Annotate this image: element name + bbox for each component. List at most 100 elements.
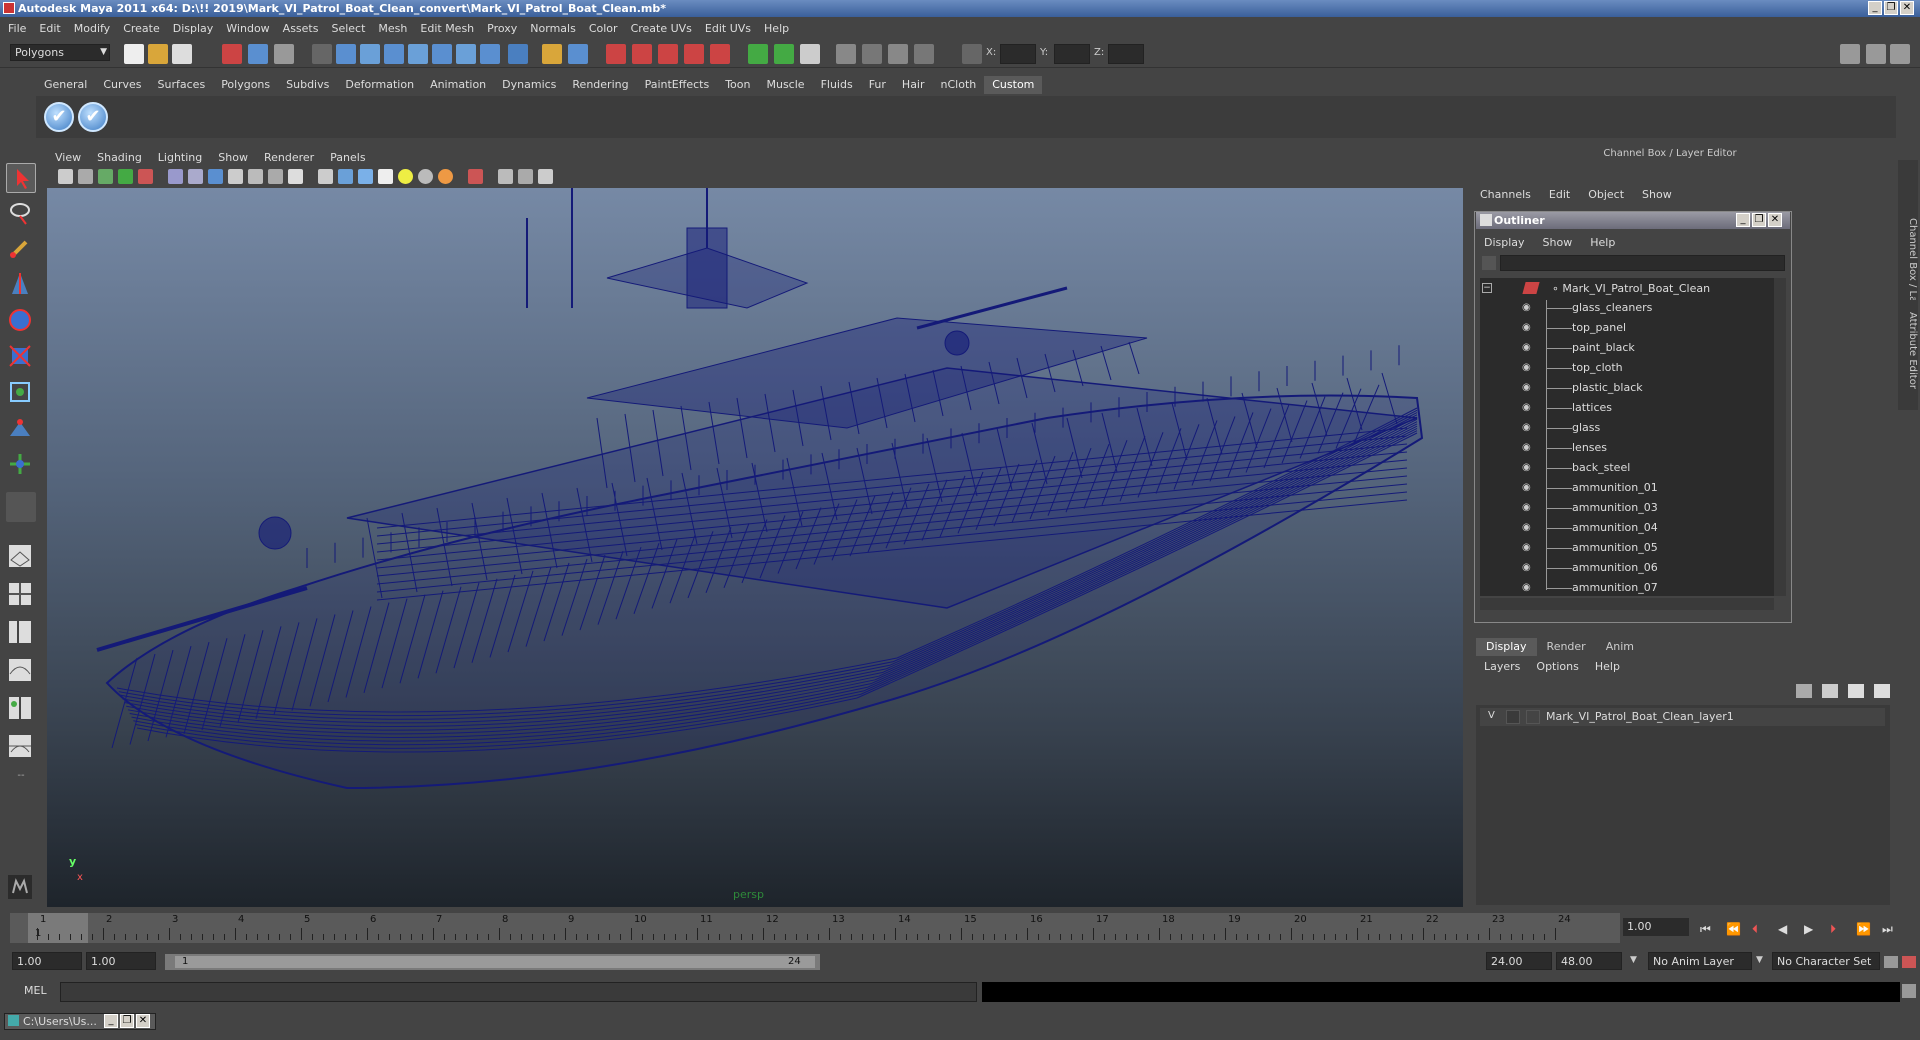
anim-layer-select[interactable]: No Anim Layer — [1648, 952, 1752, 970]
select-object-icon[interactable] — [248, 44, 268, 64]
outliner-item[interactable]: paint_black — [1572, 340, 1635, 356]
panel-menu-show[interactable]: Show — [218, 151, 248, 164]
panel-menu-view[interactable]: View — [55, 151, 81, 164]
highlight-selection-icon[interactable] — [568, 44, 588, 64]
visibility-eye-icon[interactable]: ◉ — [1522, 402, 1538, 413]
outliner-item[interactable]: ammunition_05 — [1572, 540, 1658, 556]
panel-menu-renderer[interactable]: Renderer — [264, 151, 314, 164]
outliner-close-button[interactable]: ✕ — [1768, 213, 1782, 227]
shelf-tab-surfaces[interactable]: Surfaces — [150, 76, 214, 94]
universal-manipulator-icon[interactable] — [6, 378, 36, 408]
single-perspective-layout-icon[interactable] — [6, 542, 36, 572]
layout-options-icon[interactable]: -- — [6, 770, 36, 786]
coord-y-input[interactable] — [1054, 44, 1090, 64]
wireframe-on-shaded-icon[interactable] — [358, 169, 373, 184]
menu-file[interactable]: File — [8, 22, 26, 35]
outliner-item[interactable]: top_cloth — [1572, 360, 1623, 376]
save-scene-icon[interactable] — [172, 44, 192, 64]
menu-set-select[interactable]: Polygons ▼ — [10, 44, 110, 61]
playback-start-field[interactable]: 1.00 — [86, 952, 156, 970]
lock-icon[interactable] — [542, 44, 562, 64]
outliner-item[interactable]: ammunition_01 — [1572, 480, 1658, 496]
lasso-tool-icon[interactable] — [6, 198, 36, 228]
cb-menu-channels[interactable]: Channels — [1480, 188, 1531, 201]
select-by-curve-icon[interactable] — [384, 44, 404, 64]
menu-display[interactable]: Display — [173, 22, 214, 35]
move-tool-icon[interactable] — [6, 270, 36, 300]
visibility-eye-icon[interactable]: ◉ — [1522, 542, 1538, 553]
use-all-lights-icon[interactable] — [418, 169, 433, 184]
shelf-tab-subdivs[interactable]: Subdivs — [278, 76, 337, 94]
graph-editor-layout-icon[interactable] — [6, 656, 36, 686]
wireframe-mode-icon[interactable] — [318, 169, 333, 184]
outliner-search-input[interactable] — [1500, 255, 1785, 271]
snap-grid-icon[interactable] — [606, 44, 626, 64]
last-tool-icon[interactable] — [6, 492, 36, 522]
camera-attributes-icon[interactable] — [78, 169, 93, 184]
go-to-end-icon[interactable]: ⏭ — [1882, 922, 1893, 937]
visibility-eye-icon[interactable]: ◉ — [1522, 502, 1538, 513]
close-button[interactable]: ✕ — [136, 1014, 150, 1028]
show-manipulator-icon[interactable] — [6, 450, 36, 480]
cb-menu-show[interactable]: Show — [1642, 188, 1672, 201]
snap-curve-icon[interactable] — [632, 44, 652, 64]
visibility-eye-icon[interactable]: ◉ — [1522, 582, 1538, 593]
render-current-frame-icon[interactable] — [800, 44, 820, 64]
layer-color-swatch[interactable] — [1526, 710, 1540, 724]
shelf-tab-hair[interactable]: Hair — [894, 76, 933, 94]
outliner-item[interactable]: ammunition_04 — [1572, 520, 1658, 536]
character-set-select[interactable]: No Character Set — [1772, 952, 1880, 970]
outliner-item[interactable]: back_steel — [1572, 460, 1630, 476]
shelf-checkmark-icon[interactable]: ✔ — [44, 102, 74, 132]
select-by-deform-icon[interactable] — [432, 44, 452, 64]
shelf-checkmark-icon[interactable]: ✔ — [78, 102, 108, 132]
animation-end-field[interactable]: 48.00 — [1556, 952, 1622, 970]
xray-icon[interactable] — [498, 169, 513, 184]
snap-point-icon[interactable] — [658, 44, 678, 64]
auto-key-icon[interactable] — [1884, 956, 1898, 968]
step-forward-key-icon[interactable]: ⏵ — [1830, 922, 1836, 937]
render-view-icon[interactable] — [914, 44, 934, 64]
hypershade-layout-icon[interactable] — [6, 694, 36, 724]
maximize-button[interactable]: ❐ — [1884, 1, 1898, 15]
outliner-filter-icon[interactable] — [1482, 256, 1496, 270]
menu-create[interactable]: Create — [123, 22, 160, 35]
field-chart-icon[interactable] — [248, 169, 263, 184]
layer-tab-anim[interactable]: Anim — [1596, 638, 1644, 656]
layer-name[interactable]: Mark_VI_Patrol_Boat_Clean_layer1 — [1546, 710, 1734, 723]
play-forwards-icon[interactable]: ▶ — [1804, 922, 1813, 936]
outliner-vertical-scrollbar[interactable] — [1774, 278, 1786, 596]
minimize-button[interactable]: _ — [1868, 1, 1882, 15]
shelf-tab-fluids[interactable]: Fluids — [813, 76, 861, 94]
gate-mask-icon[interactable] — [228, 169, 243, 184]
command-input[interactable] — [60, 982, 977, 1002]
outliner-menu-help[interactable]: Help — [1590, 236, 1615, 249]
outliner-item[interactable]: lenses — [1572, 440, 1607, 456]
visibility-eye-icon[interactable]: ◉ — [1522, 362, 1538, 373]
maximize-button[interactable]: ❐ — [120, 1014, 134, 1028]
ipr-render-icon[interactable] — [836, 44, 856, 64]
visibility-eye-icon[interactable]: ◉ — [1522, 322, 1538, 333]
select-component-icon[interactable] — [274, 44, 294, 64]
visibility-eye-icon[interactable]: ◉ — [1522, 422, 1538, 433]
tool-settings-toggle-icon[interactable] — [1866, 44, 1886, 64]
menu-proxy[interactable]: Proxy — [487, 22, 517, 35]
playback-end-field[interactable]: 24.00 — [1486, 952, 1552, 970]
render-settings-icon[interactable] — [862, 44, 882, 64]
select-by-dynamic-icon[interactable] — [456, 44, 476, 64]
create-empty-layer-icon[interactable] — [1848, 684, 1864, 698]
select-by-render-icon[interactable] — [480, 44, 500, 64]
visibility-eye-icon[interactable]: ◉ — [1522, 482, 1538, 493]
select-camera-icon[interactable] — [58, 169, 73, 184]
select-by-handle-icon[interactable] — [336, 44, 356, 64]
shelf-tab-painteffects[interactable]: PaintEffects — [637, 76, 718, 94]
restore-button[interactable]: _ — [104, 1014, 118, 1028]
script-editor-layout-icon[interactable] — [6, 732, 36, 762]
visibility-eye-icon[interactable]: ◉ — [1522, 342, 1538, 353]
bookmarks-icon[interactable] — [98, 169, 113, 184]
current-frame-field[interactable]: 1.00 — [1623, 918, 1689, 936]
select-tool-icon[interactable] — [6, 163, 36, 193]
outliner-maximize-button[interactable]: ❐ — [1752, 213, 1766, 227]
new-scene-icon[interactable] — [124, 44, 144, 64]
hypershade-icon[interactable] — [888, 44, 908, 64]
